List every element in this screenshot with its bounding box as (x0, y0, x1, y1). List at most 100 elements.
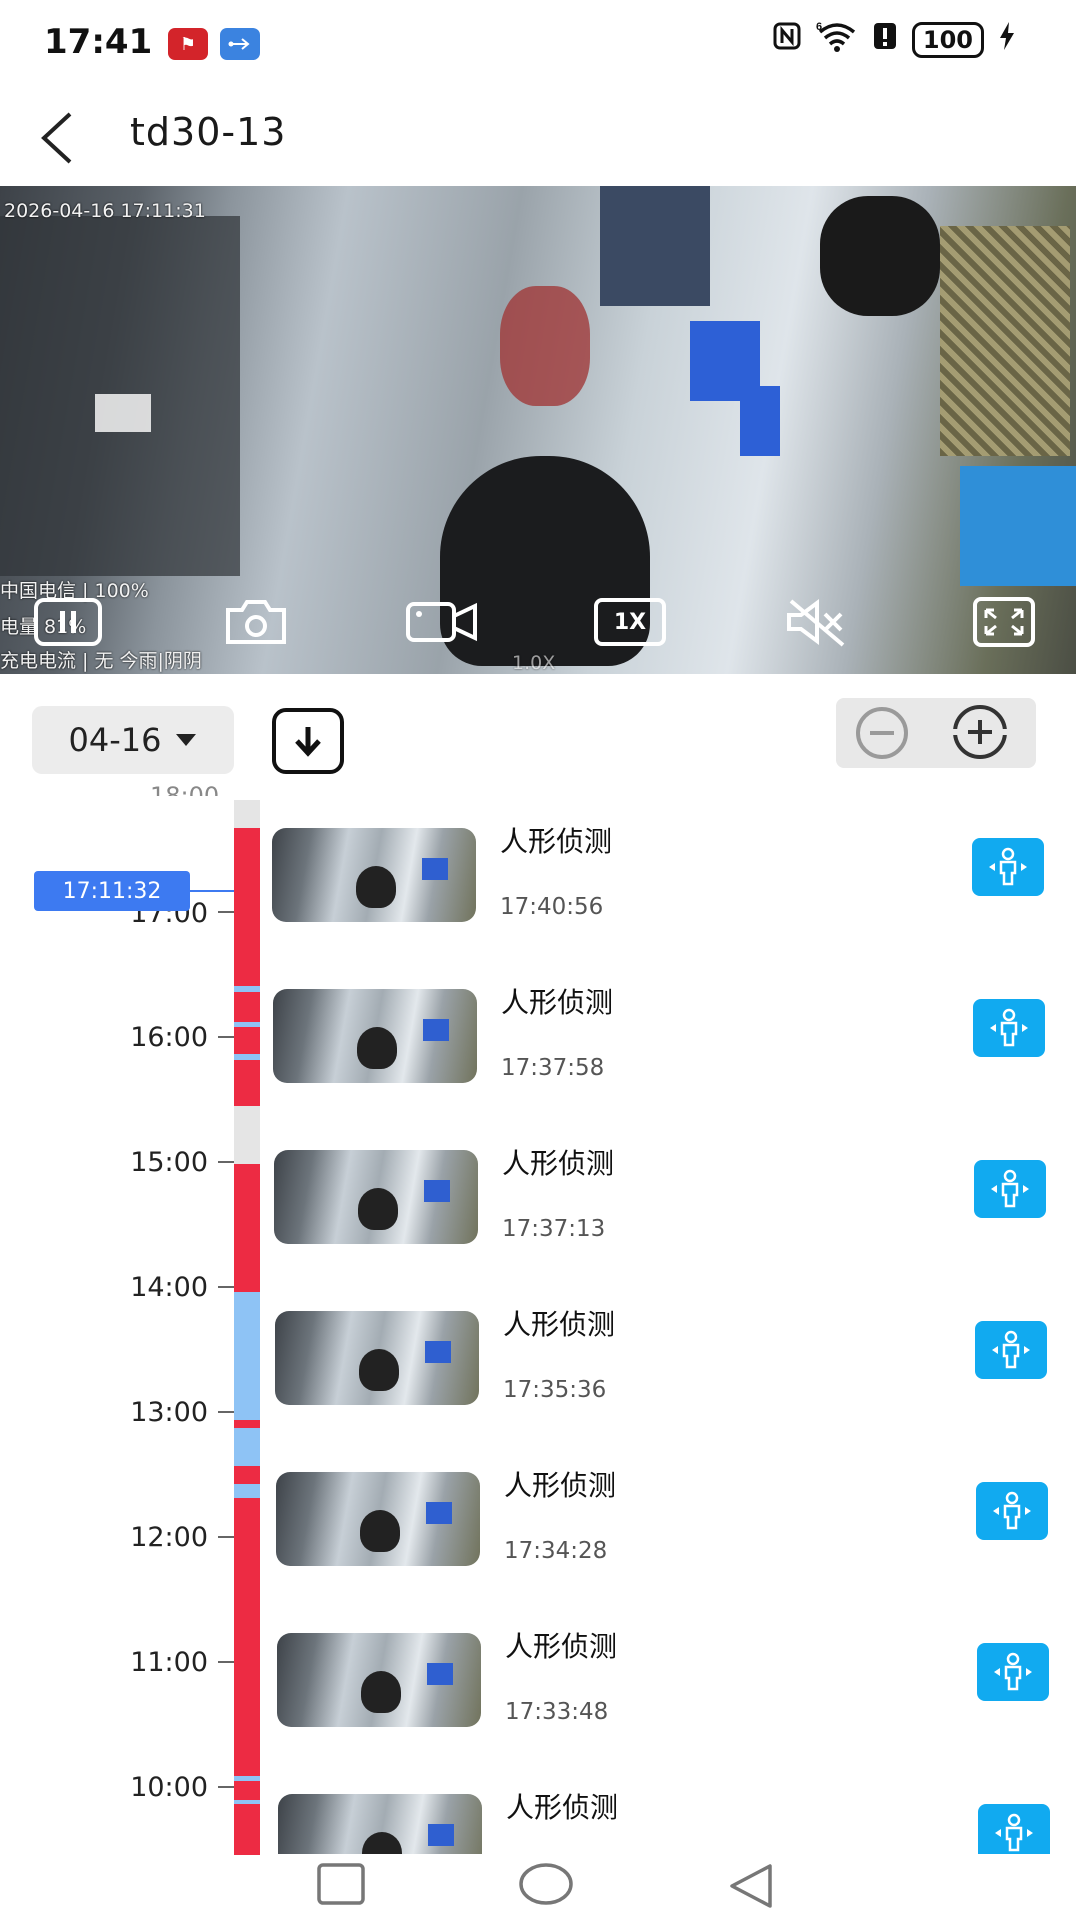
event-title: 人形侦测 (506, 1791, 619, 1824)
event-thumbnail[interactable] (273, 989, 477, 1083)
timeline-hour-label: 14:00 (130, 1272, 208, 1303)
timeline-label-partial: 18:00 (150, 782, 220, 796)
download-button[interactable] (272, 708, 344, 774)
event-thumbnail[interactable] (275, 1311, 479, 1405)
timeline-gap (234, 1106, 260, 1164)
app-red-logo-icon: ⚑ (168, 28, 208, 60)
event-title: 人形侦测 (500, 825, 613, 858)
timeline-segment-continuous (234, 1484, 260, 1498)
fullscreen-icon (973, 597, 1035, 647)
status-time: 17:41 (44, 22, 153, 62)
alert-icon (872, 21, 898, 58)
event-item[interactable]: 人形侦测 17:34:28 (270, 1424, 1076, 1584)
timeline-segment-continuous (234, 1800, 260, 1804)
nav-back-button[interactable] (726, 1862, 776, 1914)
event-thumbnail[interactable] (277, 1633, 481, 1727)
page-title: td30-13 (130, 110, 287, 154)
pause-button[interactable] (30, 592, 106, 652)
timeline-hour-label: 12:00 (130, 1522, 208, 1553)
nav-home-button[interactable] (518, 1862, 574, 1910)
person-detection-icon (994, 1652, 1032, 1691)
zoom-in-button[interactable] (948, 703, 1012, 761)
screenshot-button[interactable] (220, 592, 292, 652)
event-item[interactable]: 人形侦测 (270, 1746, 1076, 1854)
person-detection-icon (992, 1330, 1030, 1369)
timeline-hour-label: 10:00 (130, 1772, 208, 1803)
video-scene-battery-pack-2 (740, 386, 780, 456)
speed-label: 1X (594, 598, 666, 646)
person-detect-button[interactable] (972, 838, 1044, 896)
download-icon (295, 727, 321, 757)
timeline-segment-continuous (234, 1292, 260, 1420)
charging-icon (998, 21, 1016, 58)
fullscreen-button[interactable] (966, 592, 1042, 652)
event-thumbnail[interactable] (274, 1150, 478, 1244)
person-detection-icon (990, 1008, 1028, 1047)
plus-target-icon (952, 705, 1008, 759)
timeline-tick (218, 911, 234, 913)
event-item[interactable]: 人形侦测 17:37:13 (270, 1102, 1076, 1262)
timeline-hour-label: 16:00 (130, 1022, 208, 1053)
event-item[interactable]: 人形侦测 17:40:56 (270, 780, 1076, 940)
date-select[interactable]: 04-16 (32, 706, 234, 774)
camera-icon (226, 600, 286, 644)
video-scene-robot-red (500, 286, 590, 406)
event-title: 人形侦测 (504, 1469, 617, 1502)
caret-down-icon (176, 734, 197, 746)
event-title: 人形侦测 (503, 1308, 616, 1341)
timeline-tick (218, 1036, 234, 1038)
video-player[interactable]: 2026-04-16 17:11:31 中国电信 | 100% 电量 81% 充… (0, 186, 1076, 674)
event-item[interactable]: 人形侦测 17:37:58 (270, 941, 1076, 1101)
person-detect-button[interactable] (975, 1321, 1047, 1379)
chevron-left-icon (41, 112, 72, 164)
event-time: 17:35:36 (503, 1377, 607, 1403)
event-list: 人形侦测 17:40:56 人形侦测 17:37:58 人形侦测 17:37:1… (270, 780, 1076, 1854)
video-scene-cable-bundle (820, 196, 940, 316)
event-thumbnail[interactable] (276, 1472, 480, 1566)
date-label: 04-16 (68, 721, 162, 759)
event-thumbnail[interactable] (272, 828, 476, 922)
person-detect-button[interactable] (973, 999, 1045, 1057)
video-scene-power-supply (940, 226, 1070, 456)
triangle-back-icon (730, 1864, 772, 1908)
timeline-hour-label: 13:00 (130, 1397, 208, 1428)
event-title: 人形侦测 (501, 986, 614, 1019)
event-time: 17:34:28 (504, 1538, 608, 1564)
timeline-tick (218, 1661, 234, 1663)
timeline-hour-label: 11:00 (130, 1647, 208, 1678)
back-button[interactable] (34, 108, 84, 168)
video-scene-blue-box (960, 466, 1076, 586)
timeline-segment-continuous (234, 1776, 260, 1781)
timeline-tick (218, 1286, 234, 1288)
video-timestamp-overlay: 2026-04-16 17:11:31 (4, 200, 206, 222)
timeline-hour-label: 15:00 (130, 1147, 208, 1178)
timeline-segment-continuous (234, 986, 260, 992)
wifi-6-icon: 6 (816, 20, 858, 59)
circle-icon (519, 1863, 573, 1905)
person-detect-button[interactable] (977, 1643, 1049, 1701)
person-detection-icon (995, 1813, 1033, 1852)
person-detect-button[interactable] (978, 1804, 1050, 1854)
nav-recents-button[interactable] (316, 1862, 366, 1910)
time-cursor-badge[interactable]: 17:11:32 (34, 871, 190, 911)
time-cursor-line (190, 890, 234, 892)
event-thumbnail[interactable] (278, 1794, 482, 1854)
usb-icon (220, 28, 260, 60)
zoom-out-button[interactable] (852, 705, 912, 761)
timeline-gap (234, 800, 260, 828)
event-item[interactable]: 人形侦测 17:35:36 (270, 1263, 1076, 1423)
event-time: 17:33:48 (505, 1699, 609, 1725)
mute-button[interactable] (780, 592, 856, 652)
svg-text:6: 6 (816, 21, 822, 33)
person-detection-icon (991, 1169, 1029, 1208)
event-item[interactable]: 人形侦测 17:33:48 (270, 1585, 1076, 1745)
record-button[interactable] (404, 592, 480, 652)
person-detect-button[interactable] (974, 1160, 1046, 1218)
battery-level: 100 (911, 21, 984, 58)
nfc-icon (772, 21, 802, 58)
person-detect-button[interactable] (976, 1482, 1048, 1540)
playback-speed-button[interactable]: 1X (592, 592, 668, 652)
timeline-tick (218, 1786, 234, 1788)
video-camera-icon (406, 602, 477, 642)
timeline-tick (218, 1411, 234, 1413)
